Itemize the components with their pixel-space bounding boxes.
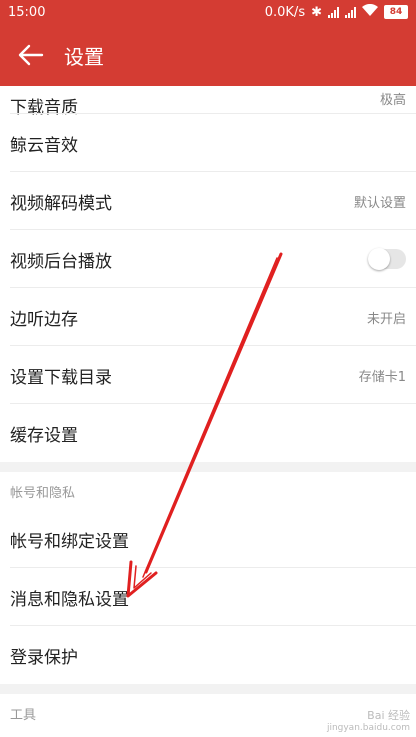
setting-label: 消息和隐私设置 xyxy=(10,589,129,610)
setting-value: 极高 xyxy=(379,93,406,108)
toggle-knob xyxy=(368,248,390,270)
page-title: 设置 xyxy=(64,44,104,69)
setting-video-decode-mode[interactable]: 视频解码模式 默认设置 xyxy=(0,172,416,230)
setting-label: 帐号和绑定设置 xyxy=(10,531,129,552)
back-button[interactable] xyxy=(0,24,62,86)
setting-download-directory[interactable]: 设置下载目录 存储卡1 xyxy=(0,346,416,404)
watermark-text: Bai 经验 xyxy=(367,709,410,722)
setting-label: 鲸云音效 xyxy=(10,135,78,156)
setting-message-privacy[interactable]: 消息和隐私设置 xyxy=(0,568,416,626)
setting-value: 默认设置 xyxy=(353,195,406,211)
status-bar: 15:00 0.0K/s ✱ 84 xyxy=(0,0,416,24)
arrow-left-icon xyxy=(18,44,44,66)
setting-sound-effect[interactable]: 鲸云音效 xyxy=(0,114,416,172)
setting-label: 视频后台播放 xyxy=(10,251,112,272)
app-bar: 设置 xyxy=(0,24,416,86)
section-gap xyxy=(0,462,416,472)
setting-value: 存储卡1 xyxy=(358,369,406,385)
setting-label: 视频解码模式 xyxy=(10,193,112,214)
setting-account-binding[interactable]: 帐号和绑定设置 xyxy=(0,510,416,568)
setting-listen-and-save[interactable]: 边听边存 未开启 xyxy=(0,288,416,346)
video-background-toggle[interactable] xyxy=(368,248,406,270)
setting-value: 未开启 xyxy=(366,311,406,327)
setting-download-quality[interactable]: 下载音质 极高 xyxy=(0,86,416,118)
section-header-account: 帐号和隐私 xyxy=(10,485,76,501)
signal-icon xyxy=(328,6,339,18)
setting-label: 缓存设置 xyxy=(10,425,78,446)
watermark-sub: jingyan.baidu.com xyxy=(326,723,410,733)
status-time: 15:00 xyxy=(8,4,46,20)
setting-label: 边听边存 xyxy=(10,309,78,330)
setting-login-protection[interactable]: 登录保护 xyxy=(0,626,416,684)
network-speed: 0.0K/s xyxy=(264,4,306,20)
bluetooth-icon: ✱ xyxy=(311,4,322,20)
battery-icon: 84 xyxy=(384,5,408,19)
setting-cache[interactable]: 缓存设置 xyxy=(0,404,416,462)
setting-label: 登录保护 xyxy=(10,647,78,668)
setting-label: 设置下载目录 xyxy=(10,367,112,388)
settings-list: 下载音质 极高 鲸云音效 视频解码模式 默认设置 视频后台播放 边听边存 未开启… xyxy=(0,86,416,732)
section-gap xyxy=(0,684,416,694)
setting-video-background-play: 视频后台播放 xyxy=(0,230,416,288)
watermark: Bai 经验 jingyan.baidu.com xyxy=(327,707,410,733)
signal-icon xyxy=(345,6,356,18)
wifi-icon xyxy=(362,3,378,20)
